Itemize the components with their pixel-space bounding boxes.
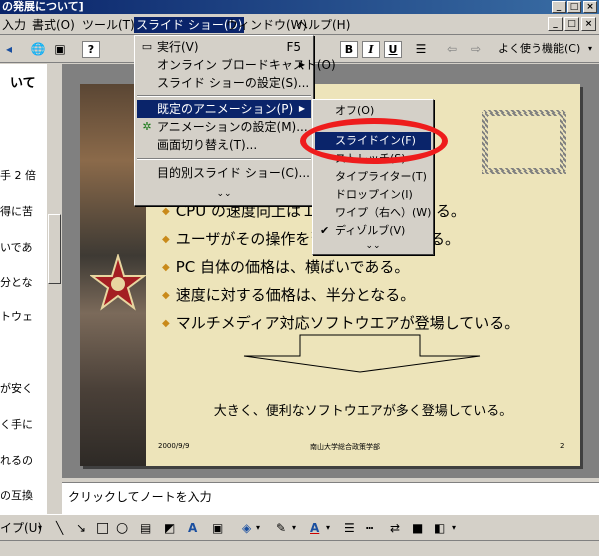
doc-restore-button[interactable]: □ — [564, 17, 579, 31]
outline-line: 手 2 倍 — [0, 169, 36, 182]
status-bar — [0, 540, 599, 556]
menu-item-transition[interactable]: 画面切り替え(T)... — [137, 136, 311, 154]
menu-help[interactable]: ヘルプ(H) — [294, 17, 352, 33]
chevron-down-icon[interactable]: ▾ — [584, 40, 596, 58]
menu-separator — [137, 158, 311, 160]
font-color-icon[interactable]: A — [310, 520, 319, 536]
demote-icon[interactable]: ⇨ — [468, 40, 484, 58]
menu-item-custom-show[interactable]: 目的別スライド ショー(C)... — [137, 164, 311, 182]
outline-line: いて — [10, 76, 36, 91]
bold-button[interactable]: B — [340, 41, 358, 58]
promote-icon[interactable]: ⇦ — [444, 40, 460, 58]
menu-insert[interactable]: 入力 — [0, 17, 28, 33]
footer-date: 2000/9/9 — [158, 442, 190, 450]
close-button[interactable]: × — [583, 1, 597, 13]
fill-color-icon[interactable]: ◈ — [242, 520, 251, 536]
outline-scrollbar[interactable] — [46, 64, 62, 514]
checkmark-icon: ✔ — [320, 224, 330, 237]
down-arrow-shape[interactable] — [242, 334, 482, 374]
outline-line: の互換 — [0, 489, 33, 502]
wordart-a-icon[interactable]: A — [188, 520, 197, 536]
title-placeholder[interactable] — [482, 110, 566, 174]
window-icon[interactable]: ▣ — [52, 40, 68, 58]
slide-bullet: ◆ 速度に対する価格は、半分となる。 — [162, 286, 416, 304]
line-color-icon[interactable]: ✎ — [276, 520, 286, 536]
italic-button[interactable]: I — [362, 41, 380, 58]
slideshow-menu: ▭ 実行(V) F5 オンライン ブロードキャスト(O) ▶ スライド ショーの… — [134, 35, 336, 206]
notes-placeholder: クリックしてノートを入力 — [68, 490, 212, 504]
underline-button[interactable]: U — [384, 41, 402, 58]
footer-text: 南山大学総合政策学部 — [310, 443, 380, 451]
chevron-down-icon[interactable]: ▾ — [326, 520, 330, 536]
align-left-icon[interactable]: ☰ — [412, 40, 430, 58]
menu-bar: 入力 書式(O) ツール(T) スライド ショー(D) ウィンドウ(W) ヘルプ… — [0, 14, 599, 35]
rectangle-tool-icon[interactable]: □ — [96, 520, 109, 536]
window-title-bar: の発展について] _ □ × — [0, 0, 599, 14]
menu-item-setup-show[interactable]: スライド ショーの設定(S)... — [137, 74, 311, 92]
outline-line: いであ — [0, 241, 33, 254]
autoshape-menu-button[interactable]: イプ(U) — [0, 520, 42, 536]
menu-item-preset-animation[interactable]: 既定のアニメーション(P) ▶ — [137, 100, 311, 118]
arrow-style-icon[interactable]: ⇄ — [390, 520, 400, 536]
line-tool-icon[interactable]: ╲ — [56, 520, 63, 536]
menu-format[interactable]: 書式(O) — [30, 17, 77, 33]
submenu-arrow-icon: ▶ — [298, 104, 305, 113]
notes-pane[interactable]: クリックしてノートを入力 — [62, 482, 599, 514]
dash-style-icon[interactable]: ┅ — [366, 520, 373, 536]
outline-line: 分とな — [0, 276, 33, 289]
oval-tool-icon[interactable]: ○ — [116, 520, 128, 536]
common-tasks-button[interactable]: よく使う機能(C) — [498, 40, 586, 58]
page-number: 2 — [560, 442, 565, 450]
menu-item-run-show[interactable]: ▭ 実行(V) F5 — [137, 38, 311, 56]
submenu-item-drop-in[interactable]: ドロップイン(I) — [315, 186, 431, 204]
minimize-button[interactable]: _ — [552, 1, 566, 13]
outline-line: トウェ — [0, 310, 33, 323]
menu-separator — [137, 95, 311, 97]
chevron-down-icon[interactable]: ▾ — [38, 520, 42, 536]
outline-line: が安く — [0, 382, 33, 395]
doc-close-button[interactable]: × — [581, 17, 596, 31]
chevron-down-icon[interactable]: ▾ — [292, 520, 296, 536]
expand-menu-icon[interactable]: ⌄⌄ — [315, 240, 431, 254]
outline-line: れるの — [0, 454, 33, 467]
annotation-ellipse — [300, 118, 448, 164]
expand-menu-icon[interactable]: ⌄⌄ — [137, 188, 311, 202]
window-title: の発展について] — [2, 0, 84, 13]
medal-icon — [90, 254, 146, 311]
slide-bullet: ◆ PC 自体の価格は、横ばいである。 — [162, 258, 410, 276]
drawing-toolbar: イプ(U) ▾ ╲ ↘ □ ○ ▤ ◩ A ▣ ◈ ▾ ✎ ▾ A ▾ ☰ ┅ … — [0, 514, 599, 540]
slideshow-icon: ▭ — [141, 40, 153, 53]
wordart-icon[interactable]: ◩ — [164, 520, 175, 536]
outline-line: く手に — [0, 418, 33, 431]
animation-icon: ✲ — [142, 120, 152, 133]
web-globe-icon[interactable]: 🌐 — [30, 40, 46, 58]
doc-minimize-button[interactable]: _ — [548, 17, 563, 31]
menu-item-custom-animation[interactable]: ✲ アニメーションの設定(M)... — [137, 118, 311, 136]
menu-item-online-broadcast[interactable]: オンライン ブロードキャスト(O) ▶ — [137, 56, 336, 74]
scrollbar-thumb[interactable] — [48, 214, 61, 284]
submenu-item-wipe-right[interactable]: ワイプ（右へ）(W) — [315, 204, 431, 222]
submenu-item-typewriter[interactable]: タイプライター(T) — [315, 168, 431, 186]
submenu-item-dissolve[interactable]: ✔ ディゾルブ(V) — [315, 222, 431, 240]
submenu-arrow-icon: ▶ — [298, 60, 305, 69]
slide-summary-text: 大きく、便利なソフトウエアが多く登場している。 — [213, 404, 513, 419]
3d-icon[interactable]: ◧ — [434, 520, 445, 536]
maximize-button[interactable]: □ — [567, 1, 581, 13]
menu-tools[interactable]: ツール(T) — [80, 17, 137, 33]
chevron-down-icon[interactable]: ▾ — [452, 520, 456, 536]
chevron-down-icon[interactable]: ▾ — [256, 520, 260, 536]
slide-bullet: ◆ マルチメディア対応ソフトウエアが登場している。 — [162, 314, 520, 332]
clipart-icon[interactable]: ▣ — [212, 520, 223, 536]
shadow-icon[interactable]: ■ — [412, 520, 423, 536]
scroll-left-icon[interactable]: ◂ — [2, 40, 16, 58]
textbox-tool-icon[interactable]: ▤ — [140, 520, 151, 536]
outline-line: 得に苦 — [0, 205, 33, 218]
line-style-icon[interactable]: ☰ — [344, 520, 355, 536]
arrow-tool-icon[interactable]: ↘ — [76, 520, 86, 536]
help-icon[interactable]: ? — [82, 41, 100, 58]
